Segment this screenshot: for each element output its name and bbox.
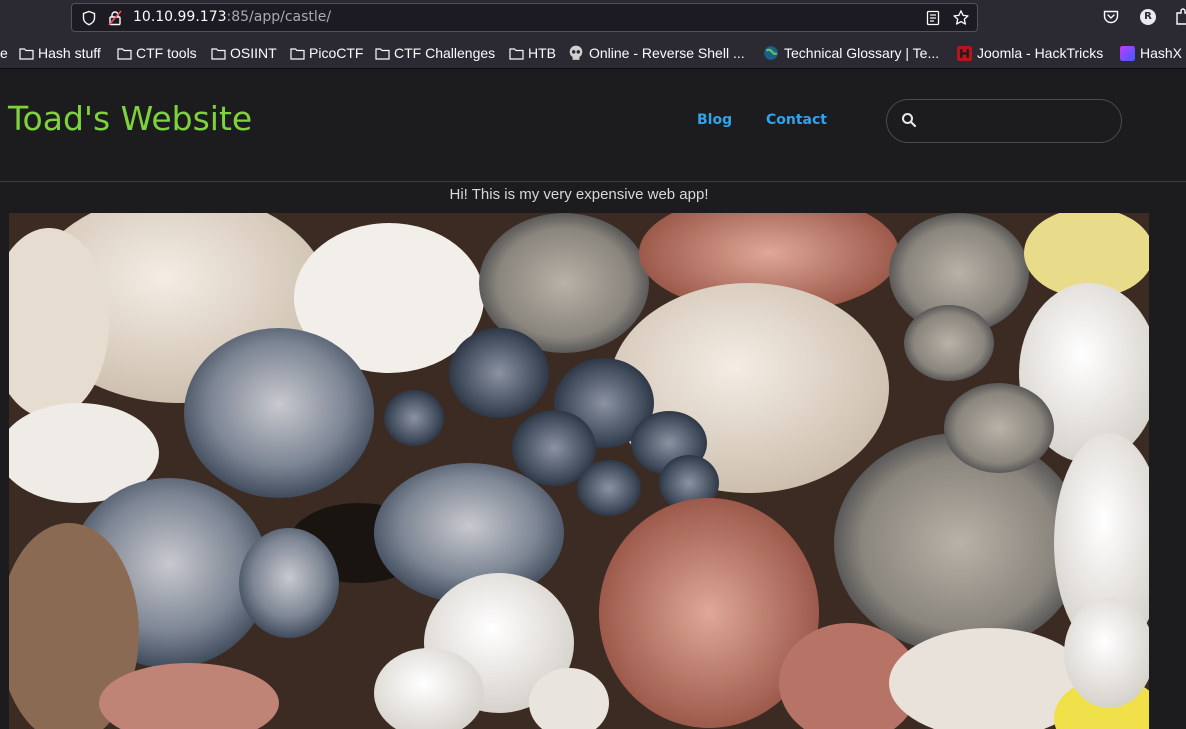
tracking-protection-icon[interactable] (81, 10, 97, 26)
nav-contact-link[interactable]: Contact (766, 112, 827, 128)
mushrooms-photo (9, 213, 1149, 729)
bookmark-picoctf[interactable]: PicoCTF (290, 44, 363, 62)
bookmark-label: Hash stuff (38, 45, 101, 61)
skull-icon (569, 45, 583, 60)
tagline: Hi! This is my very expensive web app! (449, 186, 709, 203)
bookmark-partial[interactable]: e (0, 44, 8, 62)
search-input[interactable] (927, 108, 1107, 134)
bookmark-hashx[interactable]: HashX (1120, 44, 1182, 62)
bookmark-label: Technical Glossary | Te... (784, 45, 940, 61)
bookmark-technical-glossary[interactable]: Technical Glossary | Te... (763, 44, 939, 62)
bookmark-hash-stuff[interactable]: Hash stuff (19, 44, 101, 62)
bookmark-label: HashX (1140, 45, 1183, 61)
site-title[interactable]: Toad's Website (8, 99, 252, 138)
bookmark-label: PicoCTF (309, 45, 364, 61)
reader-view-icon[interactable] (925, 10, 941, 26)
hashx-icon (1120, 45, 1135, 61)
folder-icon (19, 47, 34, 60)
extensions-icon[interactable] (1174, 8, 1186, 26)
bookmark-ctf-tools[interactable]: CTF tools (117, 44, 197, 62)
bookmark-label: CTF Challenges (394, 45, 496, 61)
bookmark-osiint[interactable]: OSIINT (211, 44, 277, 62)
folder-icon (211, 47, 226, 60)
bookmarks-toolbar: e Hash stuff CTF tools OSIINT PicoCTF CT… (0, 36, 1186, 69)
bookmark-ctf-challenges[interactable]: CTF Challenges (375, 44, 495, 62)
browser-toolbar: 10.10.99.173:85/app/castle/ R (0, 0, 1186, 36)
bookmark-label: Online - Reverse Shell ... (589, 45, 745, 61)
folder-icon (117, 47, 132, 60)
hero-image (9, 213, 1149, 729)
url-path: :85/app/castle/ (226, 9, 332, 25)
search-icon (902, 113, 917, 128)
page-content: Toad's Website Blog Contact Hi! This is … (0, 69, 1186, 729)
bookmark-star-icon[interactable] (952, 9, 970, 27)
address-bar[interactable]: 10.10.99.173:85/app/castle/ (71, 3, 978, 32)
bookmark-label: HTB (528, 45, 556, 61)
folder-icon (290, 47, 305, 60)
bookmark-label: Joomla - HackTricks (977, 45, 1104, 61)
account-avatar[interactable]: R (1140, 9, 1156, 25)
insecure-lock-icon[interactable] (107, 10, 123, 26)
folder-icon (509, 47, 524, 60)
url-host: 10.10.99.173 (133, 9, 227, 25)
bookmark-joomla-hacktricks[interactable]: Joomla - HackTricks (957, 44, 1103, 62)
bookmark-reverse-shell[interactable]: Online - Reverse Shell ... (568, 44, 745, 62)
bookmark-label: CTF tools (136, 45, 197, 61)
globe-icon (764, 46, 778, 60)
bookmark-htb[interactable]: HTB (509, 44, 556, 62)
folder-icon (375, 47, 390, 60)
bookmark-label: OSIINT (230, 45, 277, 61)
nav-blog-link[interactable]: Blog (697, 112, 732, 128)
header-divider (0, 181, 1186, 182)
pocket-icon[interactable] (1102, 8, 1120, 26)
url-text[interactable]: 10.10.99.173:85/app/castle/ (133, 9, 331, 25)
hacktricks-icon (957, 45, 972, 61)
search-box[interactable] (886, 99, 1122, 143)
